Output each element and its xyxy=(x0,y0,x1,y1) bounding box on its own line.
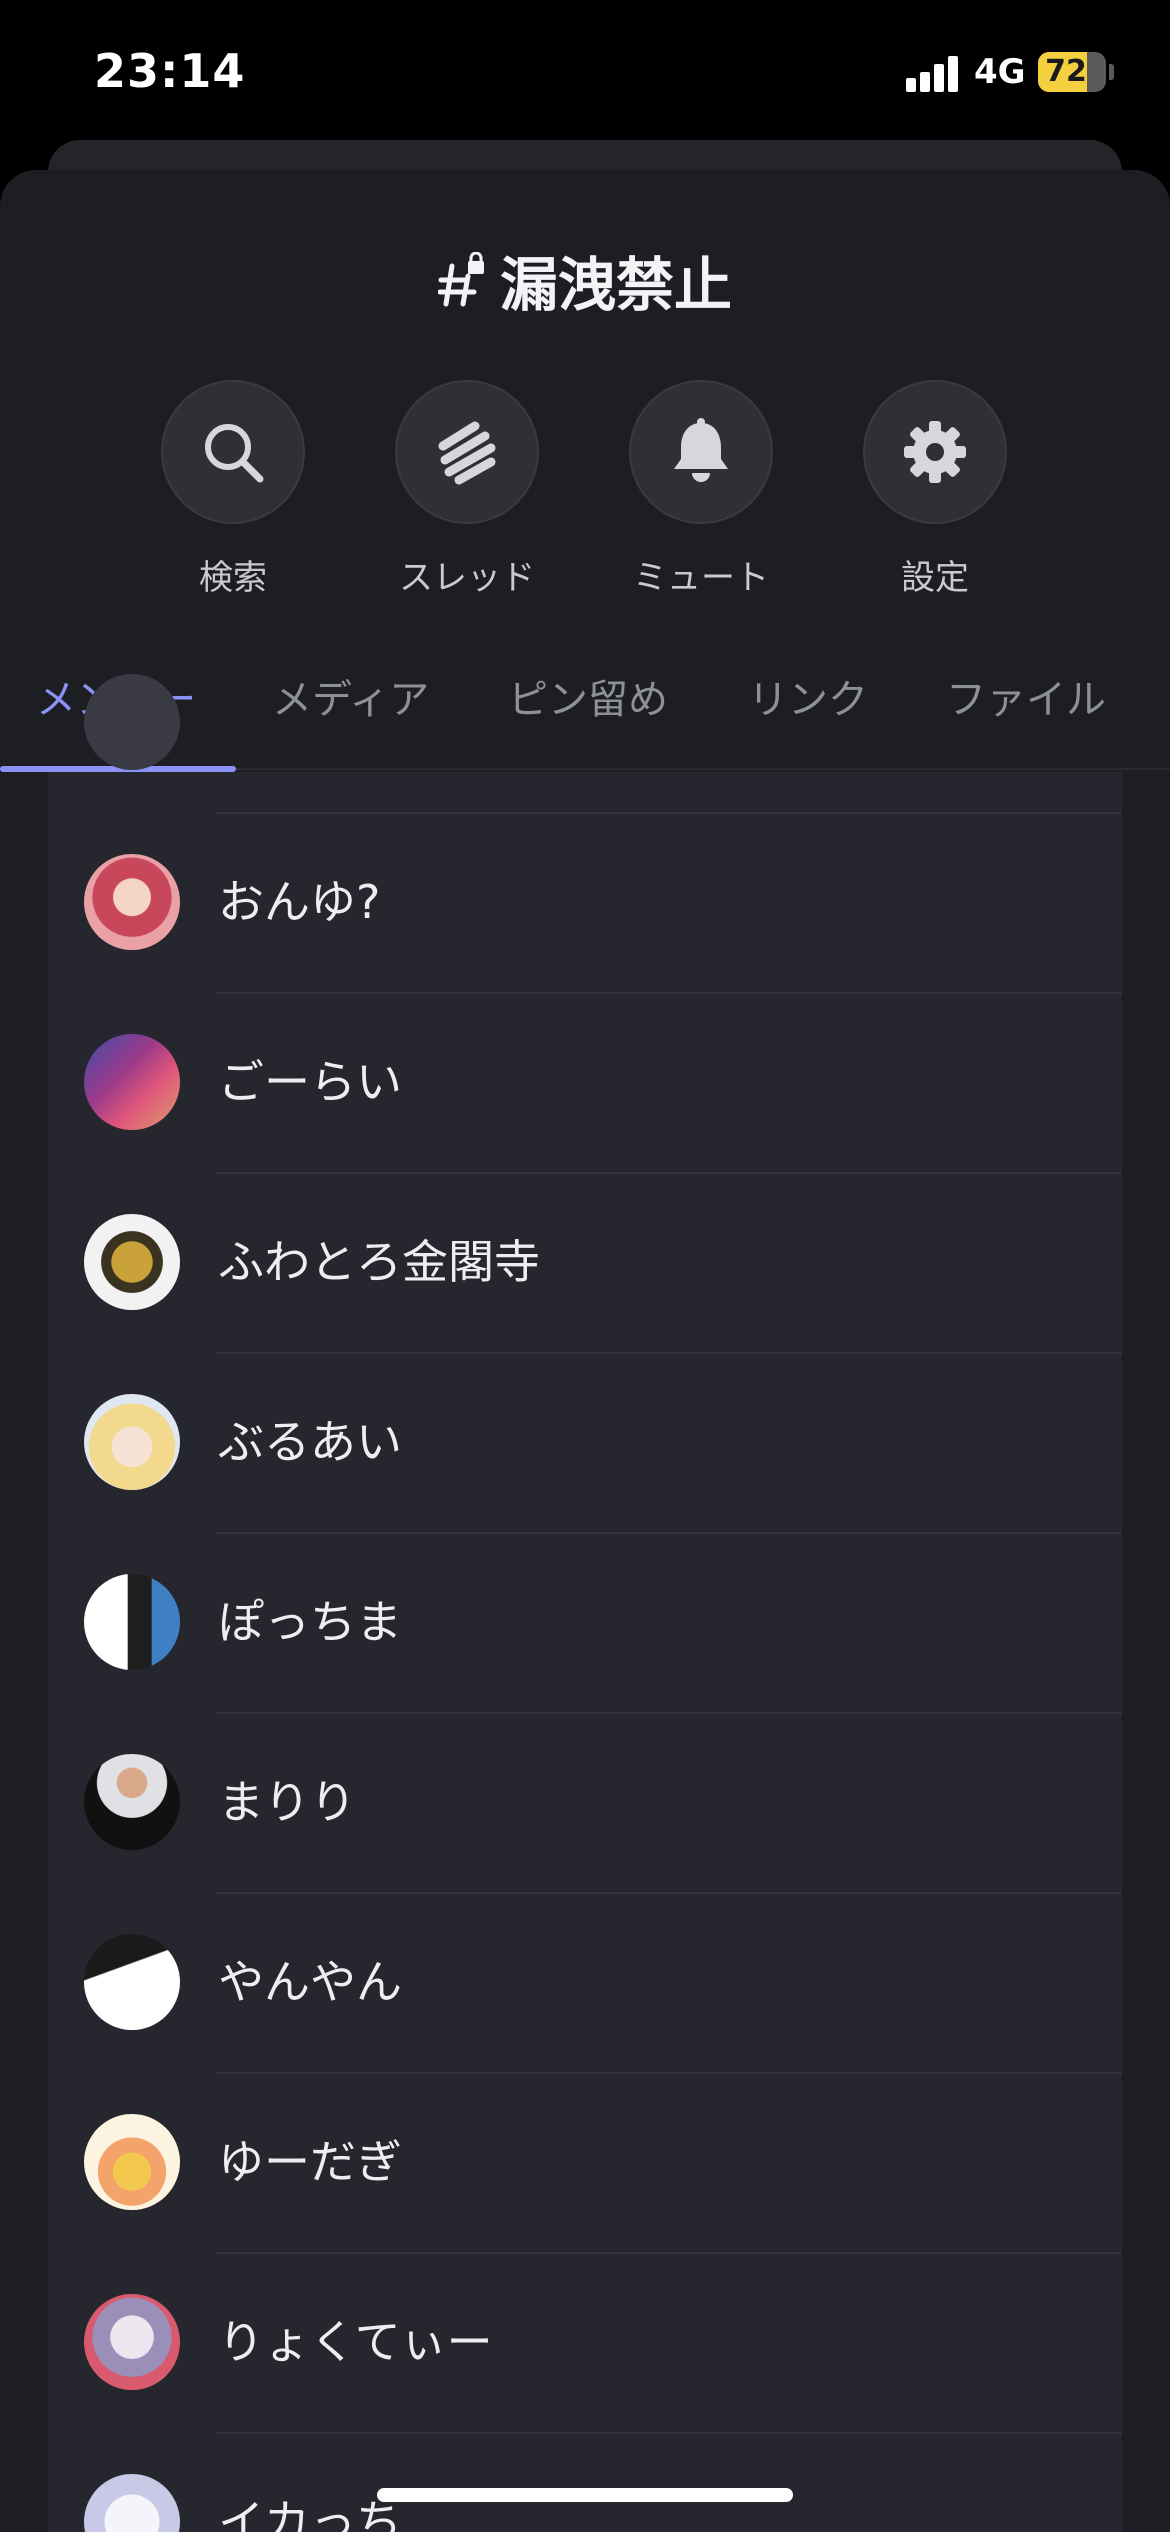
avatar xyxy=(84,854,180,950)
channel-header: 漏洩禁止 xyxy=(0,240,1170,320)
battery-level: 72 xyxy=(1045,54,1087,89)
member-row[interactable]: ぽっちま xyxy=(48,1532,1122,1712)
member-row[interactable]: まりり xyxy=(48,1712,1122,1892)
gear-icon xyxy=(904,421,966,483)
member-name: りょくてぃー xyxy=(218,2315,493,2369)
member-name: ぽっちま xyxy=(218,1595,402,1649)
channel-actions: 検索 スレッド ミュート 設定 xyxy=(0,380,1170,610)
member-row[interactable]: ぶるあい xyxy=(48,1352,1122,1532)
network-type: 4G xyxy=(974,52,1026,92)
search-button-circle[interactable] xyxy=(161,380,305,524)
avatar xyxy=(84,1574,180,1670)
battery-cap xyxy=(1109,64,1114,80)
avatar xyxy=(84,2474,180,2532)
avatar xyxy=(84,1394,180,1490)
bell-icon xyxy=(674,418,728,482)
status-bar: 23:14 4G 72 xyxy=(0,0,1170,150)
battery-icon: 72 xyxy=(1038,52,1106,92)
mute-label: ミュート xyxy=(633,558,769,598)
avatar xyxy=(84,1034,180,1130)
member-row[interactable]: やんやん xyxy=(48,1892,1122,2072)
channel-title: 漏洩禁止 xyxy=(499,251,732,319)
mute-button-circle[interactable] xyxy=(629,380,773,524)
settings-button[interactable]: 設定 xyxy=(835,380,1035,599)
settings-label: 設定 xyxy=(901,558,969,598)
avatar xyxy=(84,2294,180,2390)
locked-hashtag-icon xyxy=(437,251,486,308)
threads-icon xyxy=(438,421,496,485)
member-name: ふわとろ金閣寺 xyxy=(218,1235,540,1289)
avatar xyxy=(84,674,180,770)
member-row[interactable]: ふわとろ金閣寺 xyxy=(48,1172,1122,1352)
member-name: やんやん xyxy=(218,1955,402,2009)
status-time: 23:14 xyxy=(94,44,246,98)
member-row[interactable]: ゆーだぎ xyxy=(48,2072,1122,2252)
member-row[interactable]: おんゆ? xyxy=(48,812,1122,992)
threads-button[interactable]: スレッド xyxy=(367,380,567,599)
avatar xyxy=(84,1754,180,1850)
avatar xyxy=(84,1934,180,2030)
threads-label: スレッド xyxy=(399,558,535,598)
channel-info-sheet: 漏洩禁止 検索 スレッド ミュート 設定 メディア ピン留め リンク ファイル … xyxy=(0,170,1170,2532)
member-row[interactable]: イカっち xyxy=(48,2432,1122,2532)
member-name: ぶるあい xyxy=(218,1415,402,1469)
member-row[interactable]: りょくてぃー xyxy=(48,2252,1122,2432)
threads-button-circle[interactable] xyxy=(395,380,539,524)
home-indicator[interactable] xyxy=(377,2488,793,2502)
search-button[interactable]: 検索 xyxy=(133,380,333,599)
member-name: まりり xyxy=(218,1775,356,1829)
search-label: 検索 xyxy=(199,558,267,598)
signal-strength-icon xyxy=(906,56,960,92)
mute-button[interactable]: ミュート xyxy=(601,380,801,599)
member-name: おんゆ? xyxy=(218,875,381,929)
member-name: ごーらい xyxy=(218,1055,402,1109)
member-row-partial[interactable] xyxy=(48,674,1122,812)
member-name: イカっち xyxy=(218,2495,402,2532)
avatar xyxy=(84,1214,180,1310)
settings-button-circle[interactable] xyxy=(863,380,1007,524)
search-icon xyxy=(205,424,264,483)
avatar xyxy=(84,2114,180,2210)
member-row[interactable]: ごーらい xyxy=(48,992,1122,1172)
member-name: ゆーだぎ xyxy=(218,2135,402,2189)
